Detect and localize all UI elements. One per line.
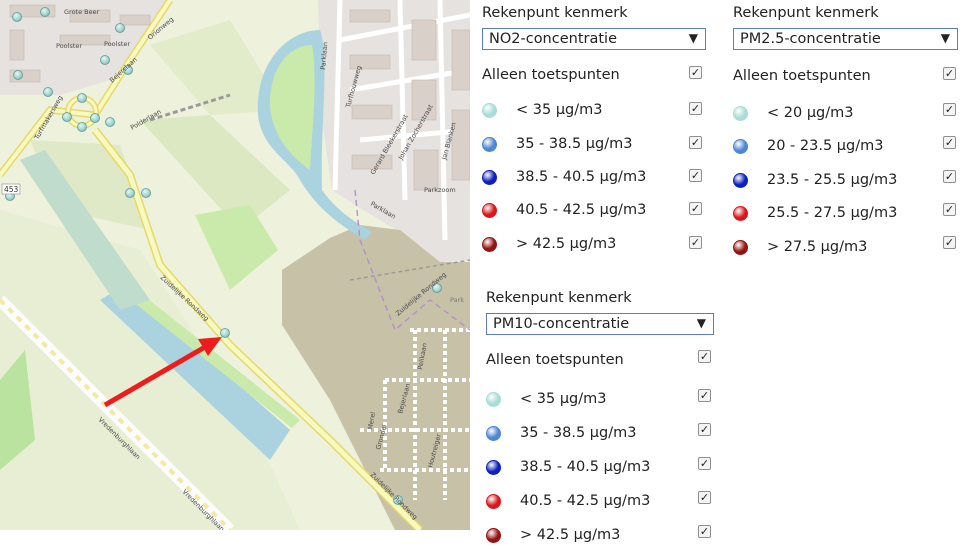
legend-label: 40.5 - 42.5 μg/m3: [516, 202, 647, 218]
panel-no2: Rekenpunt kenmerk NO2-concentratie ▼ All…: [482, 5, 712, 265]
dropdown-arrow-icon[interactable]: ▼: [697, 316, 706, 330]
legend-label: 35 - 38.5 μg/m3: [520, 425, 637, 441]
legend-checkbox[interactable]: ✓: [689, 169, 702, 182]
legend-checkbox[interactable]: ✓: [689, 102, 702, 115]
legend-dot-icon: [482, 103, 497, 118]
legend-label: > 27.5 μg/m3: [767, 239, 868, 255]
legend-label: 38.5 - 40.5 μg/m3: [520, 459, 651, 475]
panel-title: Rekenpunt kenmerk: [482, 5, 628, 21]
legend-dot-icon: [733, 139, 748, 154]
map-view[interactable]: Grote Beer Poolster Poolster Bejerslaan …: [0, 0, 470, 530]
kenmerk-select[interactable]: PM10-concentratie ▼: [486, 313, 714, 335]
legend-checkbox[interactable]: ✓: [943, 136, 956, 149]
street-label: Parkzoom: [424, 186, 456, 194]
legend-label: > 42.5 μg/m3: [516, 236, 617, 252]
dropdown-arrow-icon[interactable]: ▼: [941, 31, 950, 45]
legend-label: < 35 μg/m3: [520, 391, 607, 407]
legend-checkbox[interactable]: ✓: [943, 236, 956, 249]
legend-dot-icon: [733, 206, 748, 221]
legend-dot-icon: [482, 137, 497, 152]
toetspunten-checkbox[interactable]: ✓: [698, 350, 711, 363]
toetspunten-label: Alleen toetspunten: [482, 67, 620, 83]
legend-dot-icon: [486, 426, 501, 441]
legend-dot-icon: [733, 240, 748, 255]
select-value: NO2-concentratie: [489, 31, 618, 47]
legend-label: 20 - 23.5 μg/m3: [767, 138, 884, 154]
legend-dot-icon: [482, 170, 497, 185]
legend-checkbox[interactable]: ✓: [689, 236, 702, 249]
panel-title: Rekenpunt kenmerk: [486, 290, 632, 306]
legend-dot-icon: [482, 203, 497, 218]
kenmerk-select[interactable]: NO2-concentratie ▼: [482, 28, 706, 50]
dropdown-arrow-icon[interactable]: ▼: [689, 31, 698, 45]
toetspunten-checkbox[interactable]: ✓: [943, 67, 956, 80]
panel-pm10: Rekenpunt kenmerk PM10-concentratie ▼ Al…: [486, 290, 718, 545]
legend-label: < 35 μg/m3: [516, 102, 603, 118]
legend-label: 40.5 - 42.5 μg/m3: [520, 493, 651, 509]
legend-dot-icon: [482, 237, 497, 252]
legend-checkbox[interactable]: ✓: [943, 203, 956, 216]
map-canvas[interactable]: Grote Beer Poolster Poolster Bejerslaan …: [0, 0, 470, 530]
legend-checkbox[interactable]: ✓: [698, 389, 711, 402]
street-label: Poolster: [104, 40, 130, 48]
select-value: PM2.5-concentratie: [740, 31, 881, 47]
legend-label: < 20 μg/m3: [767, 105, 854, 121]
legend-dot-icon: [486, 392, 501, 407]
legend-checkbox[interactable]: ✓: [943, 103, 956, 116]
legend-checkbox[interactable]: ✓: [689, 136, 702, 149]
legend-checkbox[interactable]: ✓: [689, 202, 702, 215]
street-label: Poolster: [56, 42, 82, 50]
legend-dot-icon: [486, 494, 501, 509]
toetspunten-checkbox[interactable]: ✓: [689, 66, 702, 79]
road-number: 453: [4, 185, 19, 194]
panel-title: Rekenpunt kenmerk: [733, 5, 879, 21]
legend-label: 23.5 - 25.5 μg/m3: [767, 172, 898, 188]
legend-checkbox[interactable]: ✓: [698, 423, 711, 436]
street-label: Park: [450, 296, 464, 304]
legend-dot-icon: [733, 173, 748, 188]
toetspunten-label: Alleen toetspunten: [733, 68, 871, 84]
legend-dot-icon: [486, 460, 501, 475]
legend-label: > 42.5 μg/m3: [520, 527, 621, 543]
select-value: PM10-concentratie: [493, 316, 630, 332]
legend-checkbox[interactable]: ✓: [698, 525, 711, 538]
legend-label: 38.5 - 40.5 μg/m3: [516, 169, 647, 185]
kenmerk-select[interactable]: PM2.5-concentratie ▼: [733, 28, 958, 50]
legend-checkbox[interactable]: ✓: [698, 457, 711, 470]
legend-dot-icon: [486, 528, 501, 543]
legend-checkbox[interactable]: ✓: [943, 170, 956, 183]
legend-label: 25.5 - 27.5 μg/m3: [767, 205, 898, 221]
panel-pm25: Rekenpunt kenmerk PM2.5-concentratie ▼ A…: [733, 5, 961, 265]
street-label: Grote Beer: [64, 8, 100, 16]
legend-dot-icon: [733, 106, 748, 121]
toetspunten-label: Alleen toetspunten: [486, 352, 624, 368]
legend-checkbox[interactable]: ✓: [698, 491, 711, 504]
legend-label: 35 - 38.5 μg/m3: [516, 136, 633, 152]
